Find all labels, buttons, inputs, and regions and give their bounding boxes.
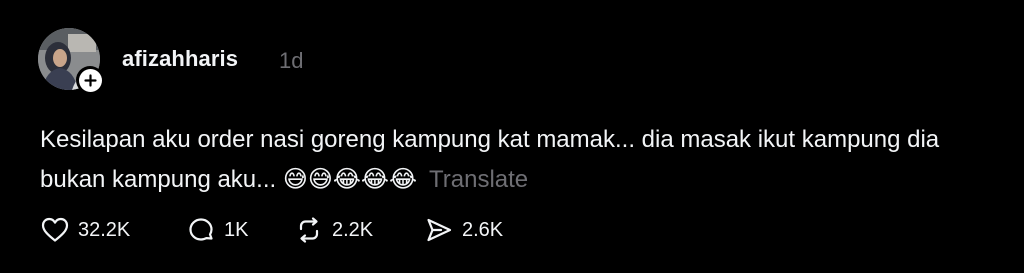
share-count: 2.6K [462,218,504,241]
share-button[interactable]: 2.6K [424,214,503,246]
caption-text: bukan kampung aku... [40,166,277,193]
comment-icon [189,218,213,241]
comment-count: 1K [224,218,249,241]
caption-line-2: bukan kampung aku... 😅😅😂😂😂 Translate [40,160,1024,200]
like-count: 32.2K [78,218,131,241]
like-button[interactable]: 32.2K [40,214,130,246]
comment-button[interactable]: 1K [186,214,248,246]
post-time: 1d [279,48,304,73]
heart-icon [41,217,69,242]
translate-link[interactable]: Translate [429,166,528,193]
repost-button[interactable]: 2.2K [294,214,373,246]
username[interactable]: afizahharis [122,46,238,72]
repost-icon [299,217,319,243]
repost-count: 2.2K [332,218,374,241]
plus-icon [83,73,97,87]
thread-post: afizahharis 1d Kesilapan aku order nasi … [0,0,1024,273]
caption-line-1: Kesilapan aku order nasi goreng kampung … [40,126,940,153]
share-icon [427,218,452,242]
avatar-container[interactable] [38,28,104,94]
post-caption: Kesilapan aku order nasi goreng kampung … [40,120,1024,200]
follow-button[interactable] [76,66,104,94]
caption-emojis: 😅😅😂😂😂 [282,166,417,193]
